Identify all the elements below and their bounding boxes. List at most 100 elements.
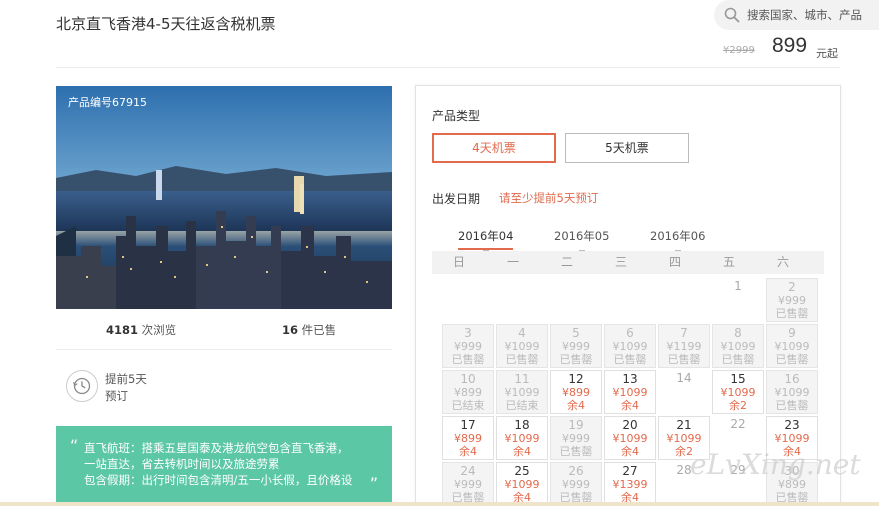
day-status: 已售罄 (775, 353, 809, 366)
day-price: ¥999 (562, 432, 590, 445)
day-status: 已售罄 (559, 445, 593, 458)
calendar-day: 4 ¥1099 已售罄 (496, 324, 548, 368)
weekday-label: 日 (452, 255, 465, 269)
day-status: 已售罄 (775, 307, 809, 320)
calendar-empty-cell (550, 278, 602, 322)
day-price: ¥999 (778, 294, 806, 307)
day-number: 18 (514, 418, 530, 432)
product-type-label: 产品类型 (432, 109, 481, 123)
calendar-empty-cell (658, 278, 710, 322)
day-price: ¥1099 (504, 340, 540, 353)
advance-booking-note: 提前5天 预订 (105, 372, 147, 403)
day-status: 已售罄 (613, 353, 647, 366)
day-number: 13 (622, 372, 638, 386)
day-price: ¥1199 (666, 340, 702, 353)
weekday-label: 三 (614, 255, 627, 269)
day-status: 已售罄 (559, 353, 593, 366)
type-option-4day[interactable]: 4天机票 (432, 133, 556, 163)
calendar-day: 6 ¥1099 已售罄 (604, 324, 656, 368)
promo-line: 直飞航班：搭乘五星国泰及港龙航空包含直飞香港， (84, 441, 349, 455)
weekday-label: 四 (668, 255, 681, 269)
calendar-day[interactable]: 17 ¥899 余4 (442, 416, 494, 460)
day-number: 23 (784, 418, 800, 432)
product-image: 产品编号67915 (56, 86, 392, 309)
weekday-label: 一 (506, 255, 519, 269)
title-divider (56, 67, 840, 68)
close-quote-icon: ” (369, 474, 378, 493)
calendar-day[interactable]: 12 ¥899 余4 (550, 370, 602, 414)
day-status: 已售罄 (721, 353, 755, 366)
day-price: ¥999 (562, 478, 590, 491)
departure-label: 出发日期 (432, 192, 481, 206)
day-price: ¥1099 (774, 432, 810, 445)
day-status: 余4 (513, 445, 531, 458)
search-box[interactable] (714, 0, 879, 30)
calendar-day: 26 ¥999 已售罄 (550, 462, 602, 506)
month-tab-0[interactable]: 2016年04 (458, 228, 514, 254)
day-price: ¥1099 (612, 386, 648, 399)
day-price: ¥1099 (612, 340, 648, 353)
calendar-day[interactable]: 27 ¥1399 余4 (604, 462, 656, 506)
weekday-label: 五 (722, 255, 735, 269)
day-price: ¥899 (562, 386, 590, 399)
day-number: 12 (568, 372, 584, 386)
calendar-day: 3 ¥999 已售罄 (442, 324, 494, 368)
day-number: 11 (514, 372, 530, 386)
day-price: ¥1099 (612, 432, 648, 445)
product-code: 产品编号67915 (68, 96, 147, 109)
day-number: 27 (622, 464, 638, 478)
search-icon[interactable] (724, 7, 740, 23)
views-stat: 4181 次浏览 (106, 323, 177, 337)
day-status: 已售罄 (667, 353, 701, 366)
day-price: ¥1099 (666, 432, 702, 445)
calendar-day: 7 ¥1199 已售罄 (658, 324, 710, 368)
calendar-day[interactable]: 18 ¥1099 余4 (496, 416, 548, 460)
calendar-day: 2 ¥999 已售罄 (766, 278, 818, 322)
type-option-5day[interactable]: 5天机票 (565, 133, 689, 163)
day-number: 4 (518, 326, 526, 340)
calendar-day: 5 ¥999 已售罄 (550, 324, 602, 368)
month-tab-2[interactable]: 2016年06 (650, 228, 705, 254)
calendar-day: 10 ¥899 已结束 (442, 370, 494, 414)
day-number: 15 (730, 372, 746, 386)
day-status: 余4 (621, 445, 639, 458)
promo-line: 包含假期：出行时间包含清明/五一小长假，且价格设 (84, 473, 353, 487)
day-status: 已售罄 (505, 353, 539, 366)
day-price: ¥1099 (504, 386, 540, 399)
day-status: 余2 (729, 399, 747, 412)
calendar-day: 16 ¥1099 已售罄 (766, 370, 818, 414)
day-number: 10 (460, 372, 476, 386)
day-price: ¥1099 (504, 478, 540, 491)
day-status: 余4 (621, 399, 639, 412)
day-status: 余4 (567, 399, 585, 412)
day-number: 7 (680, 326, 688, 340)
calendar-day[interactable]: 25 ¥1099 余4 (496, 462, 548, 506)
calendar-day[interactable]: 20 ¥1099 余4 (604, 416, 656, 460)
page-title: 北京直飞香港4-5天往返含税机票 (56, 15, 276, 33)
price-unit: 元起 (816, 47, 838, 60)
day-number: 26 (568, 464, 584, 478)
day-number: 22 (730, 417, 746, 431)
month-tab-1[interactable]: 2016年05 (554, 228, 609, 254)
calendar-day: 24 ¥999 已售罄 (442, 462, 494, 506)
day-number: 19 (568, 418, 584, 432)
day-price: ¥899 (454, 386, 482, 399)
calendar-day[interactable]: 15 ¥1099 余2 (712, 370, 764, 414)
day-price: ¥999 (562, 340, 590, 353)
day-number: 16 (784, 372, 800, 386)
booking-panel: 产品类型 4天机票 5天机票 出发日期 请至少提前5天预订 2016年04 20… (415, 85, 841, 506)
promo-line: 一站直达，省去转机时间以及旅途劳累 (84, 457, 280, 471)
day-number: 1 (734, 279, 742, 293)
day-price: ¥1099 (774, 340, 810, 353)
bottom-strip (0, 502, 879, 506)
weekday-label: 二 (560, 255, 573, 269)
watermark: eLvXing.net (690, 448, 861, 481)
day-price: ¥899 (454, 432, 482, 445)
day-number: 3 (464, 326, 472, 340)
search-input[interactable] (747, 6, 877, 24)
weekday-header: 日 一 二 三 四 五 六 (432, 251, 824, 274)
calendar-day: 11 ¥1099 已结束 (496, 370, 548, 414)
day-status: 余4 (459, 445, 477, 458)
current-price: 899 (772, 34, 808, 57)
calendar-day[interactable]: 13 ¥1099 余4 (604, 370, 656, 414)
